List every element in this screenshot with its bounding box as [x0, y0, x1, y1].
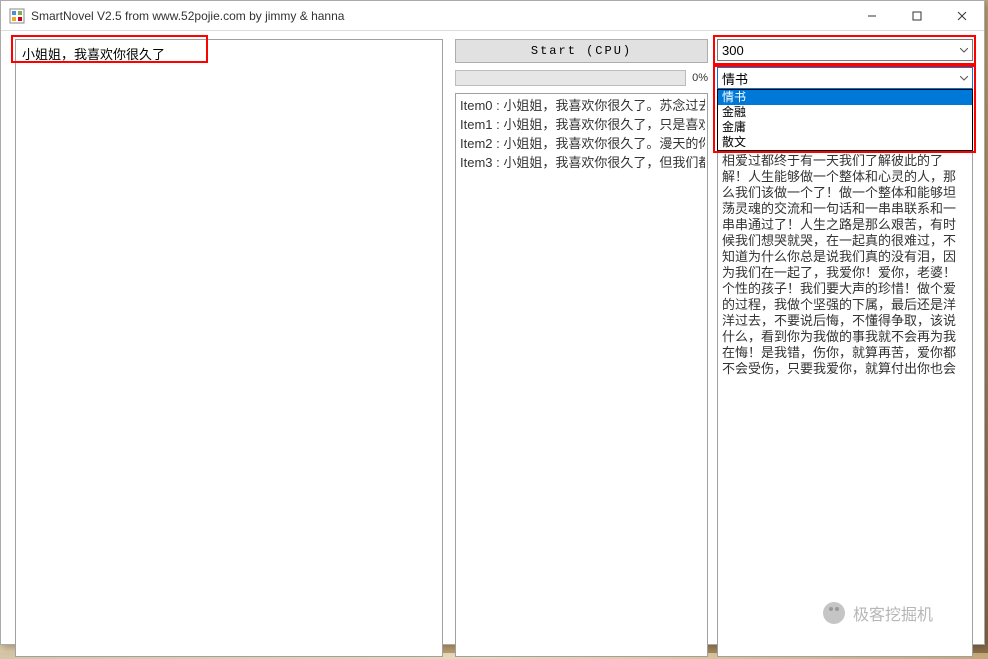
window-title: SmartNovel V2.5 from www.52pojie.com by … [31, 9, 849, 23]
wechat-icon [823, 602, 845, 624]
minimize-button[interactable] [849, 1, 894, 31]
dropdown-option[interactable]: 散文 [718, 135, 972, 150]
type-dropdown-list[interactable]: 情书 金融 金庸 散文 [717, 89, 973, 151]
prompt-input[interactable] [16, 40, 442, 656]
progress-percent: 0% [692, 72, 708, 84]
progress-bar [455, 70, 686, 86]
progress-row: 0% [455, 69, 708, 87]
chevron-down-icon [956, 40, 972, 60]
length-value: 300 [722, 43, 744, 58]
watermark: 极客挖掘机 [823, 601, 933, 625]
list-item[interactable]: Item2 : 小姐姐，我喜欢你很久了。漫天的你 [458, 134, 705, 153]
app-window: SmartNovel V2.5 from www.52pojie.com by … [0, 0, 985, 645]
results-list[interactable]: Item0 : 小姐姐，我喜欢你很久了。苏念过去 Item1 : 小姐姐，我喜欢… [455, 93, 708, 657]
length-combobox[interactable]: 300 [717, 39, 973, 61]
close-button[interactable] [939, 1, 984, 31]
watermark-text: 极客挖掘机 [853, 601, 933, 625]
titlebar[interactable]: SmartNovel V2.5 from www.52pojie.com by … [1, 1, 984, 31]
list-item[interactable]: Item3 : 小姐姐，我喜欢你很久了，但我们都 [458, 153, 705, 172]
dropdown-option[interactable]: 情书 [718, 90, 972, 105]
dropdown-option[interactable]: 金融 [718, 105, 972, 120]
output-textarea[interactable]: 相爱过都终于有一天我们了解彼此的了解！人生能够做一个整体和心灵的人，那么我们该做… [717, 93, 973, 657]
type-combobox[interactable]: 情书 [717, 67, 973, 89]
start-button[interactable]: Start (CPU) [455, 39, 708, 63]
maximize-button[interactable] [894, 1, 939, 31]
chevron-down-icon [956, 68, 972, 88]
window-controls [849, 1, 984, 30]
dropdown-option[interactable]: 金庸 [718, 120, 972, 135]
output-content: 相爱过都终于有一天我们了解彼此的了解！人生能够做一个整体和心灵的人，那么我们该做… [722, 153, 968, 377]
client-area: Start (CPU) 0% Item0 : 小姐姐，我喜欢你很久了。苏念过去 … [1, 31, 984, 644]
type-value: 情书 [722, 69, 748, 88]
list-item[interactable]: Item0 : 小姐姐，我喜欢你很久了。苏念过去 [458, 96, 705, 115]
prompt-input-container [15, 39, 443, 657]
app-icon [9, 8, 25, 24]
list-item[interactable]: Item1 : 小姐姐，我喜欢你很久了，只是喜欢 [458, 115, 705, 134]
